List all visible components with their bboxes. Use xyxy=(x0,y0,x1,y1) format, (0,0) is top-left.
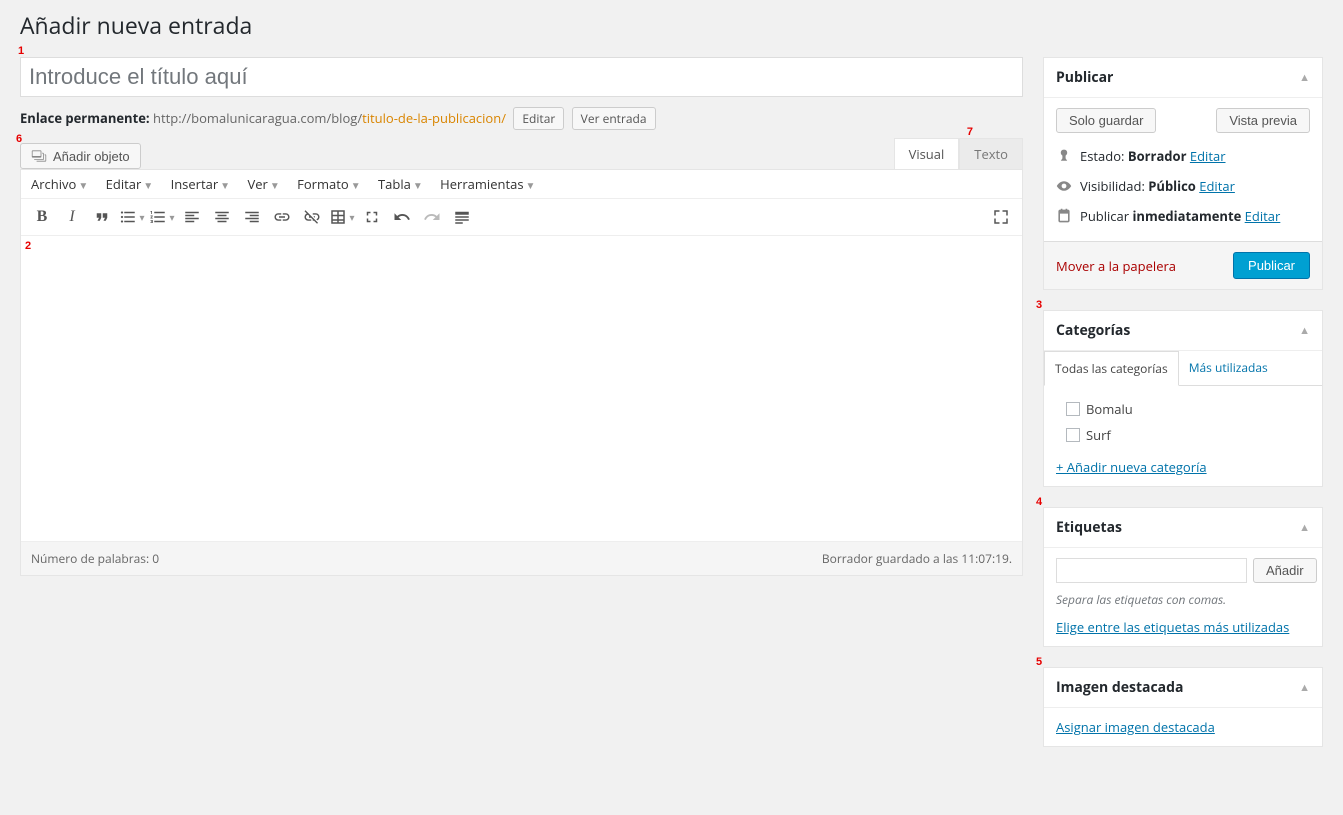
menu-ver[interactable]: Ver▼ xyxy=(247,175,279,193)
calendar-icon xyxy=(1056,208,1072,224)
toolbar-toggle-button[interactable] xyxy=(447,202,477,232)
fullscreen-button[interactable] xyxy=(357,202,387,232)
save-draft-button[interactable]: Solo guardar xyxy=(1056,108,1156,133)
page-title: Añadir nueva entrada xyxy=(20,0,1323,45)
category-item[interactable]: Bomalu xyxy=(1056,396,1310,422)
collapse-icon: ▲ xyxy=(1299,680,1310,695)
collapse-icon: ▲ xyxy=(1299,323,1310,338)
tags-box: 4 Etiquetas▲ Añadir Separa las etiquetas… xyxy=(1043,507,1323,647)
editor-toolbar: B I ▾ ▾ ▾ xyxy=(21,199,1022,236)
collapse-icon: ▲ xyxy=(1299,520,1310,535)
numbered-list-button[interactable]: ▾ xyxy=(147,202,177,232)
editor-content-area[interactable]: 2 xyxy=(21,236,1022,541)
tab-text[interactable]: Texto xyxy=(959,138,1023,169)
annotation-5: 5 xyxy=(1036,656,1042,668)
menu-archivo[interactable]: Archivo▼ xyxy=(31,175,88,193)
add-media-label: Añadir objeto xyxy=(53,149,130,164)
annotation-4: 4 xyxy=(1036,496,1042,508)
edit-slug-button[interactable]: Editar xyxy=(513,107,564,130)
add-category-link[interactable]: + Añadir nueva categoría xyxy=(1056,458,1207,476)
undo-button[interactable] xyxy=(387,202,417,232)
align-left-button[interactable] xyxy=(177,202,207,232)
media-icon xyxy=(31,148,47,164)
preview-button[interactable]: Vista previa xyxy=(1216,108,1310,133)
permalink-slug: titulo-de-la-publicacion/ xyxy=(362,109,506,127)
view-post-button[interactable]: Ver entrada xyxy=(572,107,656,130)
align-center-button[interactable] xyxy=(207,202,237,232)
permalink-label: Enlace permanente: xyxy=(20,109,150,127)
publish-button[interactable]: Publicar xyxy=(1233,252,1310,279)
table-button[interactable]: ▾ xyxy=(327,202,357,232)
menu-editar[interactable]: Editar▼ xyxy=(106,175,154,193)
category-item[interactable]: Surf xyxy=(1056,422,1310,448)
collapse-icon: ▲ xyxy=(1299,70,1310,85)
tab-most-used-categories[interactable]: Más utilizadas xyxy=(1179,351,1278,385)
annotation-1: 1 xyxy=(18,45,24,57)
eye-icon xyxy=(1056,178,1072,194)
tab-visual[interactable]: Visual xyxy=(894,138,960,169)
tab-all-categories[interactable]: Todas las categorías xyxy=(1044,351,1179,386)
schedule-row: Publicar inmediatamente Editar xyxy=(1056,201,1310,231)
checkbox-icon[interactable] xyxy=(1066,428,1080,442)
set-featured-image-link[interactable]: Asignar imagen destacada xyxy=(1056,718,1215,736)
menu-formato[interactable]: Formato▼ xyxy=(297,175,360,193)
editor-container: Archivo▼ Editar▼ Insertar▼ Ver▼ Formato▼… xyxy=(20,169,1023,576)
bold-button[interactable]: B xyxy=(27,202,57,232)
featured-image-box: 5 Imagen destacada▲ Asignar imagen desta… xyxy=(1043,667,1323,747)
menu-insertar[interactable]: Insertar▼ xyxy=(171,175,231,193)
permalink-base: http://bomalunicaragua.com/blog/ xyxy=(153,109,362,127)
distraction-free-button[interactable] xyxy=(986,202,1016,232)
categories-box: 3 Categorías▲ Todas las categorías Más u… xyxy=(1043,310,1323,487)
editor-menubar: Archivo▼ Editar▼ Insertar▼ Ver▼ Formato▼… xyxy=(21,170,1022,199)
menu-herramientas[interactable]: Herramientas▼ xyxy=(440,175,535,193)
tags-box-header[interactable]: Etiquetas▲ xyxy=(1044,508,1322,548)
annotation-7: 7 xyxy=(967,126,973,138)
annotation-6: 6 xyxy=(16,133,22,145)
menu-tabla[interactable]: Tabla▼ xyxy=(378,175,423,193)
post-title-input[interactable] xyxy=(20,57,1023,97)
move-to-trash-link[interactable]: Mover a la papelera xyxy=(1056,257,1176,275)
permalink-row: Enlace permanente: http://bomalunicaragu… xyxy=(20,107,1023,130)
link-button[interactable] xyxy=(267,202,297,232)
annotation-2: 2 xyxy=(25,240,31,252)
edit-status-link[interactable]: Editar xyxy=(1190,147,1226,165)
publish-box-header[interactable]: Publicar▲ xyxy=(1044,58,1322,98)
editor-statusbar: Número de palabras: 0 Borrador guardado … xyxy=(21,541,1022,575)
blockquote-button[interactable] xyxy=(87,202,117,232)
pin-icon xyxy=(1056,148,1072,164)
bullet-list-button[interactable]: ▾ xyxy=(117,202,147,232)
annotation-3: 3 xyxy=(1036,299,1042,311)
status-row: Estado: Borrador Editar xyxy=(1056,141,1310,171)
align-right-button[interactable] xyxy=(237,202,267,232)
edit-visibility-link[interactable]: Editar xyxy=(1199,177,1235,195)
unlink-button[interactable] xyxy=(297,202,327,232)
draft-saved-text: Borrador guardado a las 11:07:19. xyxy=(822,550,1012,567)
publish-box: Publicar▲ Solo guardar Vista previa Esta… xyxy=(1043,57,1323,290)
visibility-row: Visibilidad: Público Editar xyxy=(1056,171,1310,201)
featured-image-box-header[interactable]: Imagen destacada▲ xyxy=(1044,668,1322,708)
choose-popular-tags-link[interactable]: Elige entre las etiquetas más utilizadas xyxy=(1056,618,1289,636)
italic-button[interactable]: I xyxy=(57,202,87,232)
checkbox-icon[interactable] xyxy=(1066,402,1080,416)
redo-button[interactable] xyxy=(417,202,447,232)
categories-box-header[interactable]: Categorías▲ xyxy=(1044,311,1322,351)
tag-input[interactable] xyxy=(1056,558,1247,583)
add-tag-button[interactable]: Añadir xyxy=(1253,558,1317,583)
add-media-button[interactable]: Añadir objeto xyxy=(20,143,141,169)
word-count: Número de palabras: 0 xyxy=(31,550,159,567)
tag-hint: Separa las etiquetas con comas. xyxy=(1056,591,1310,608)
edit-schedule-link[interactable]: Editar xyxy=(1245,207,1281,225)
